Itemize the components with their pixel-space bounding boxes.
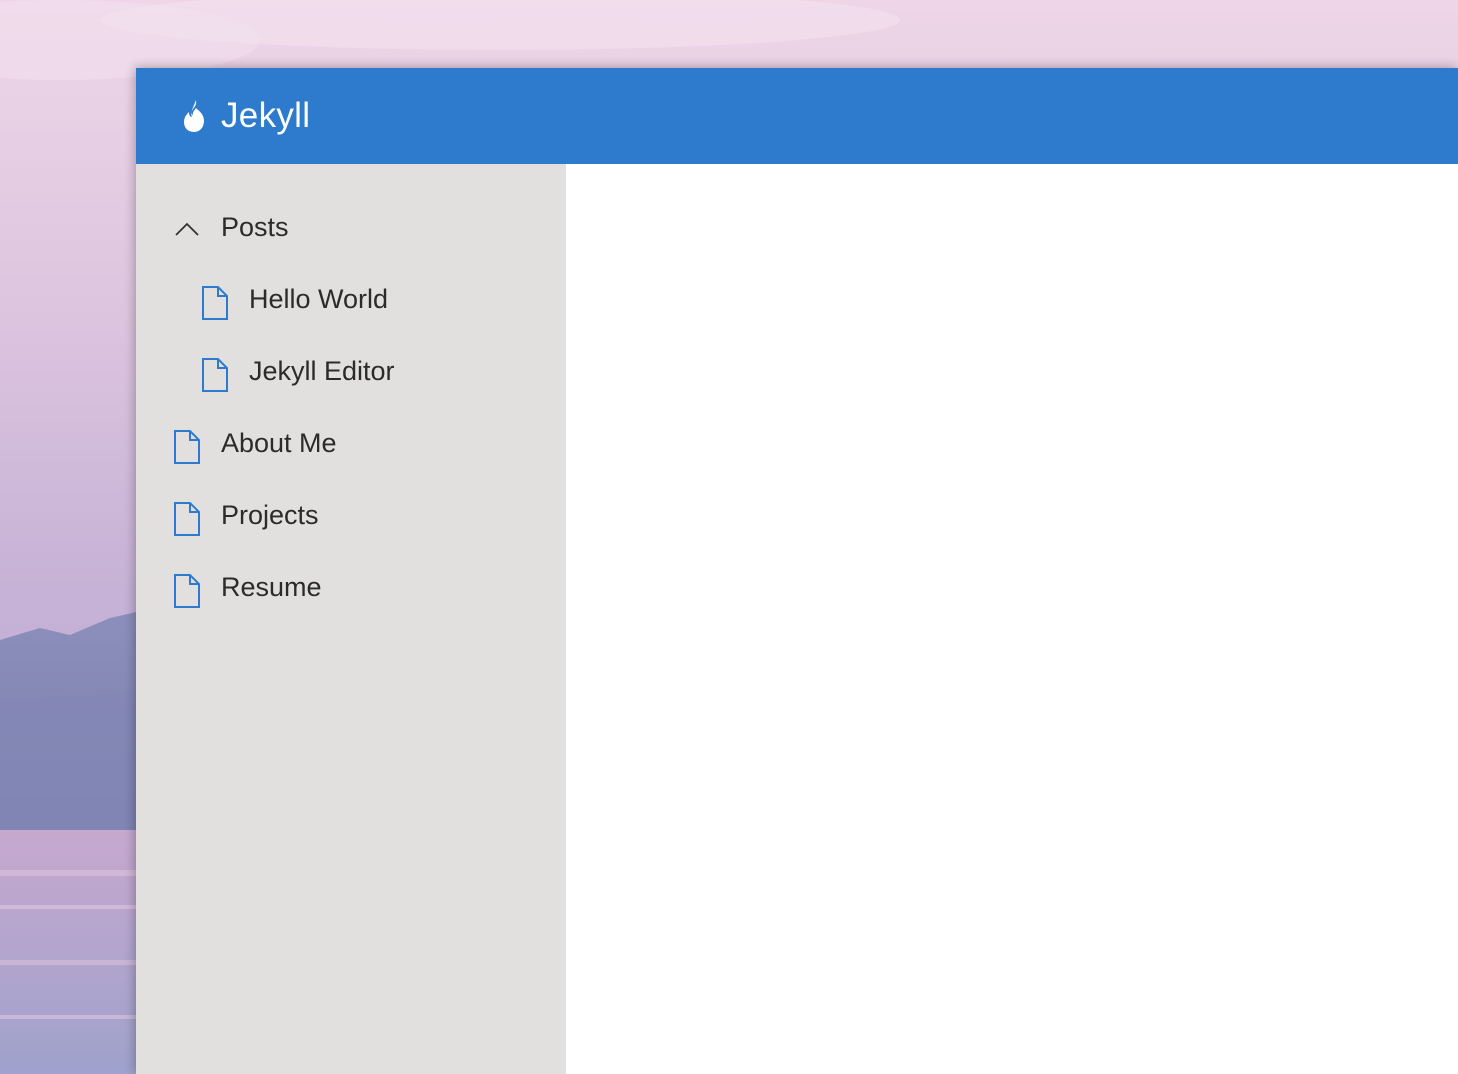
sidebar-item-jekyll-editor[interactable]: Jekyll Editor xyxy=(136,337,566,409)
app-window: Jekyll Posts Hello World Jekyll Editor A… xyxy=(136,68,1458,1074)
sidebar-item-resume[interactable]: Resume xyxy=(136,553,566,625)
chevron-up-icon[interactable] xyxy=(173,218,201,242)
sidebar-item-label: Projects xyxy=(221,500,319,530)
document-icon xyxy=(174,502,200,536)
app-title: Jekyll xyxy=(221,96,311,135)
document-icon xyxy=(174,430,200,464)
sidebar-item-posts[interactable]: Posts xyxy=(136,193,566,265)
sidebar-item-label: Posts xyxy=(221,212,289,242)
sidebar-item-label: About Me xyxy=(221,428,337,458)
flame-icon xyxy=(184,100,204,132)
sidebar-item-hello-world[interactable]: Hello World xyxy=(136,265,566,337)
sidebar-item-label: Hello World xyxy=(249,284,389,314)
content-pane xyxy=(566,164,1458,1074)
sidebar-item-about-me[interactable]: About Me xyxy=(136,409,566,481)
sidebar-item-label: Jekyll Editor xyxy=(249,356,395,386)
sidebar-item-projects[interactable]: Projects xyxy=(136,481,566,553)
document-icon xyxy=(202,286,228,320)
sidebar-navigation: Posts Hello World Jekyll Editor About Me… xyxy=(136,164,566,1074)
sidebar-item-label: Resume xyxy=(221,572,322,602)
title-bar: Jekyll xyxy=(136,68,1458,164)
document-icon xyxy=(174,574,200,608)
document-icon xyxy=(202,358,228,392)
